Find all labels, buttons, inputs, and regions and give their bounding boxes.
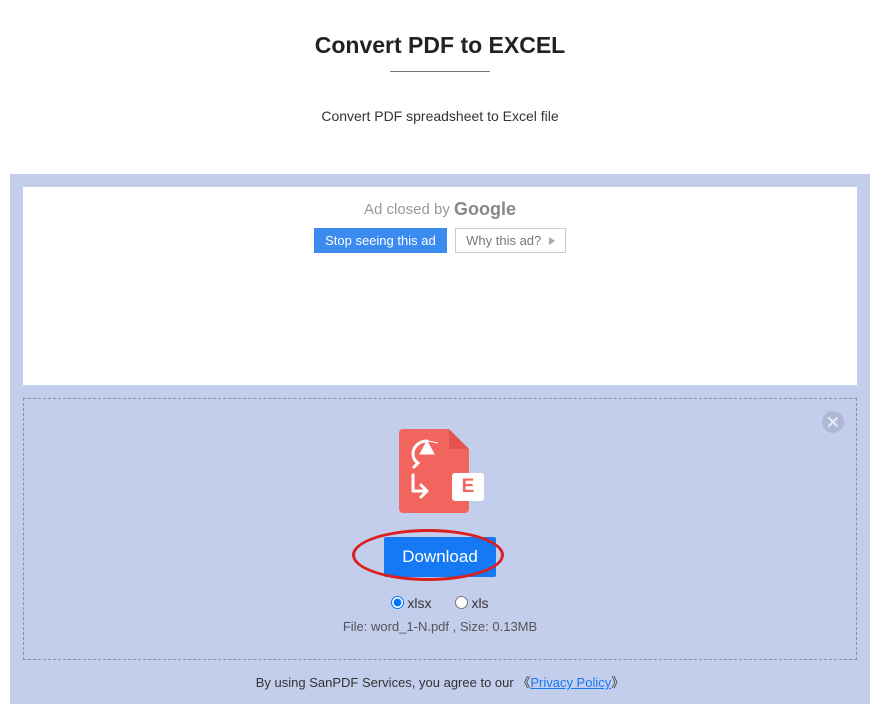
radio-xls-text: xls (471, 595, 488, 611)
excel-badge: E (452, 473, 484, 501)
angle-left: 《 (517, 675, 530, 690)
privacy-policy-link[interactable]: Privacy Policy (530, 675, 611, 690)
google-logo-text: Google (454, 199, 516, 219)
format-radio-group: xlsx xls (24, 595, 856, 611)
radio-label-xlsx[interactable]: xlsx (391, 595, 431, 611)
stop-seeing-ad-button[interactable]: Stop seeing this ad (314, 228, 447, 253)
page-subtitle: Convert PDF spreadsheet to Excel file (0, 108, 880, 124)
radio-xls[interactable] (455, 596, 468, 609)
main-panel: Ad closed by Google Stop seeing this ad … (10, 174, 870, 704)
angle-right: 》 (611, 675, 624, 690)
ad-closed-text: Ad closed by Google (23, 199, 857, 220)
footer-prefix: By using SanPDF Services, you agree to o… (256, 675, 518, 690)
radio-xlsx-text: xlsx (407, 595, 431, 611)
ad-area: Ad closed by Google Stop seeing this ad … (23, 187, 857, 385)
radio-xlsx[interactable] (391, 596, 404, 609)
page-title: Convert PDF to EXCEL (315, 32, 565, 69)
radio-label-xls[interactable]: xls (455, 595, 488, 611)
why-this-ad-button[interactable]: Why this ad? (455, 228, 566, 253)
pdf-to-excel-icon: E (399, 429, 481, 519)
title-underline (390, 71, 490, 72)
ad-closed-prefix: Ad closed by (364, 201, 454, 218)
file-info: File: word_1-N.pdf , Size: 0.13MB (24, 619, 856, 634)
why-this-ad-label: Why this ad? (466, 233, 541, 248)
dropzone: E Download xlsx xls File: word_1-N.pdf ,… (23, 398, 857, 660)
close-icon (828, 417, 838, 427)
close-button[interactable] (822, 411, 844, 433)
adchoices-icon (549, 237, 555, 245)
download-button[interactable]: Download (384, 537, 496, 577)
